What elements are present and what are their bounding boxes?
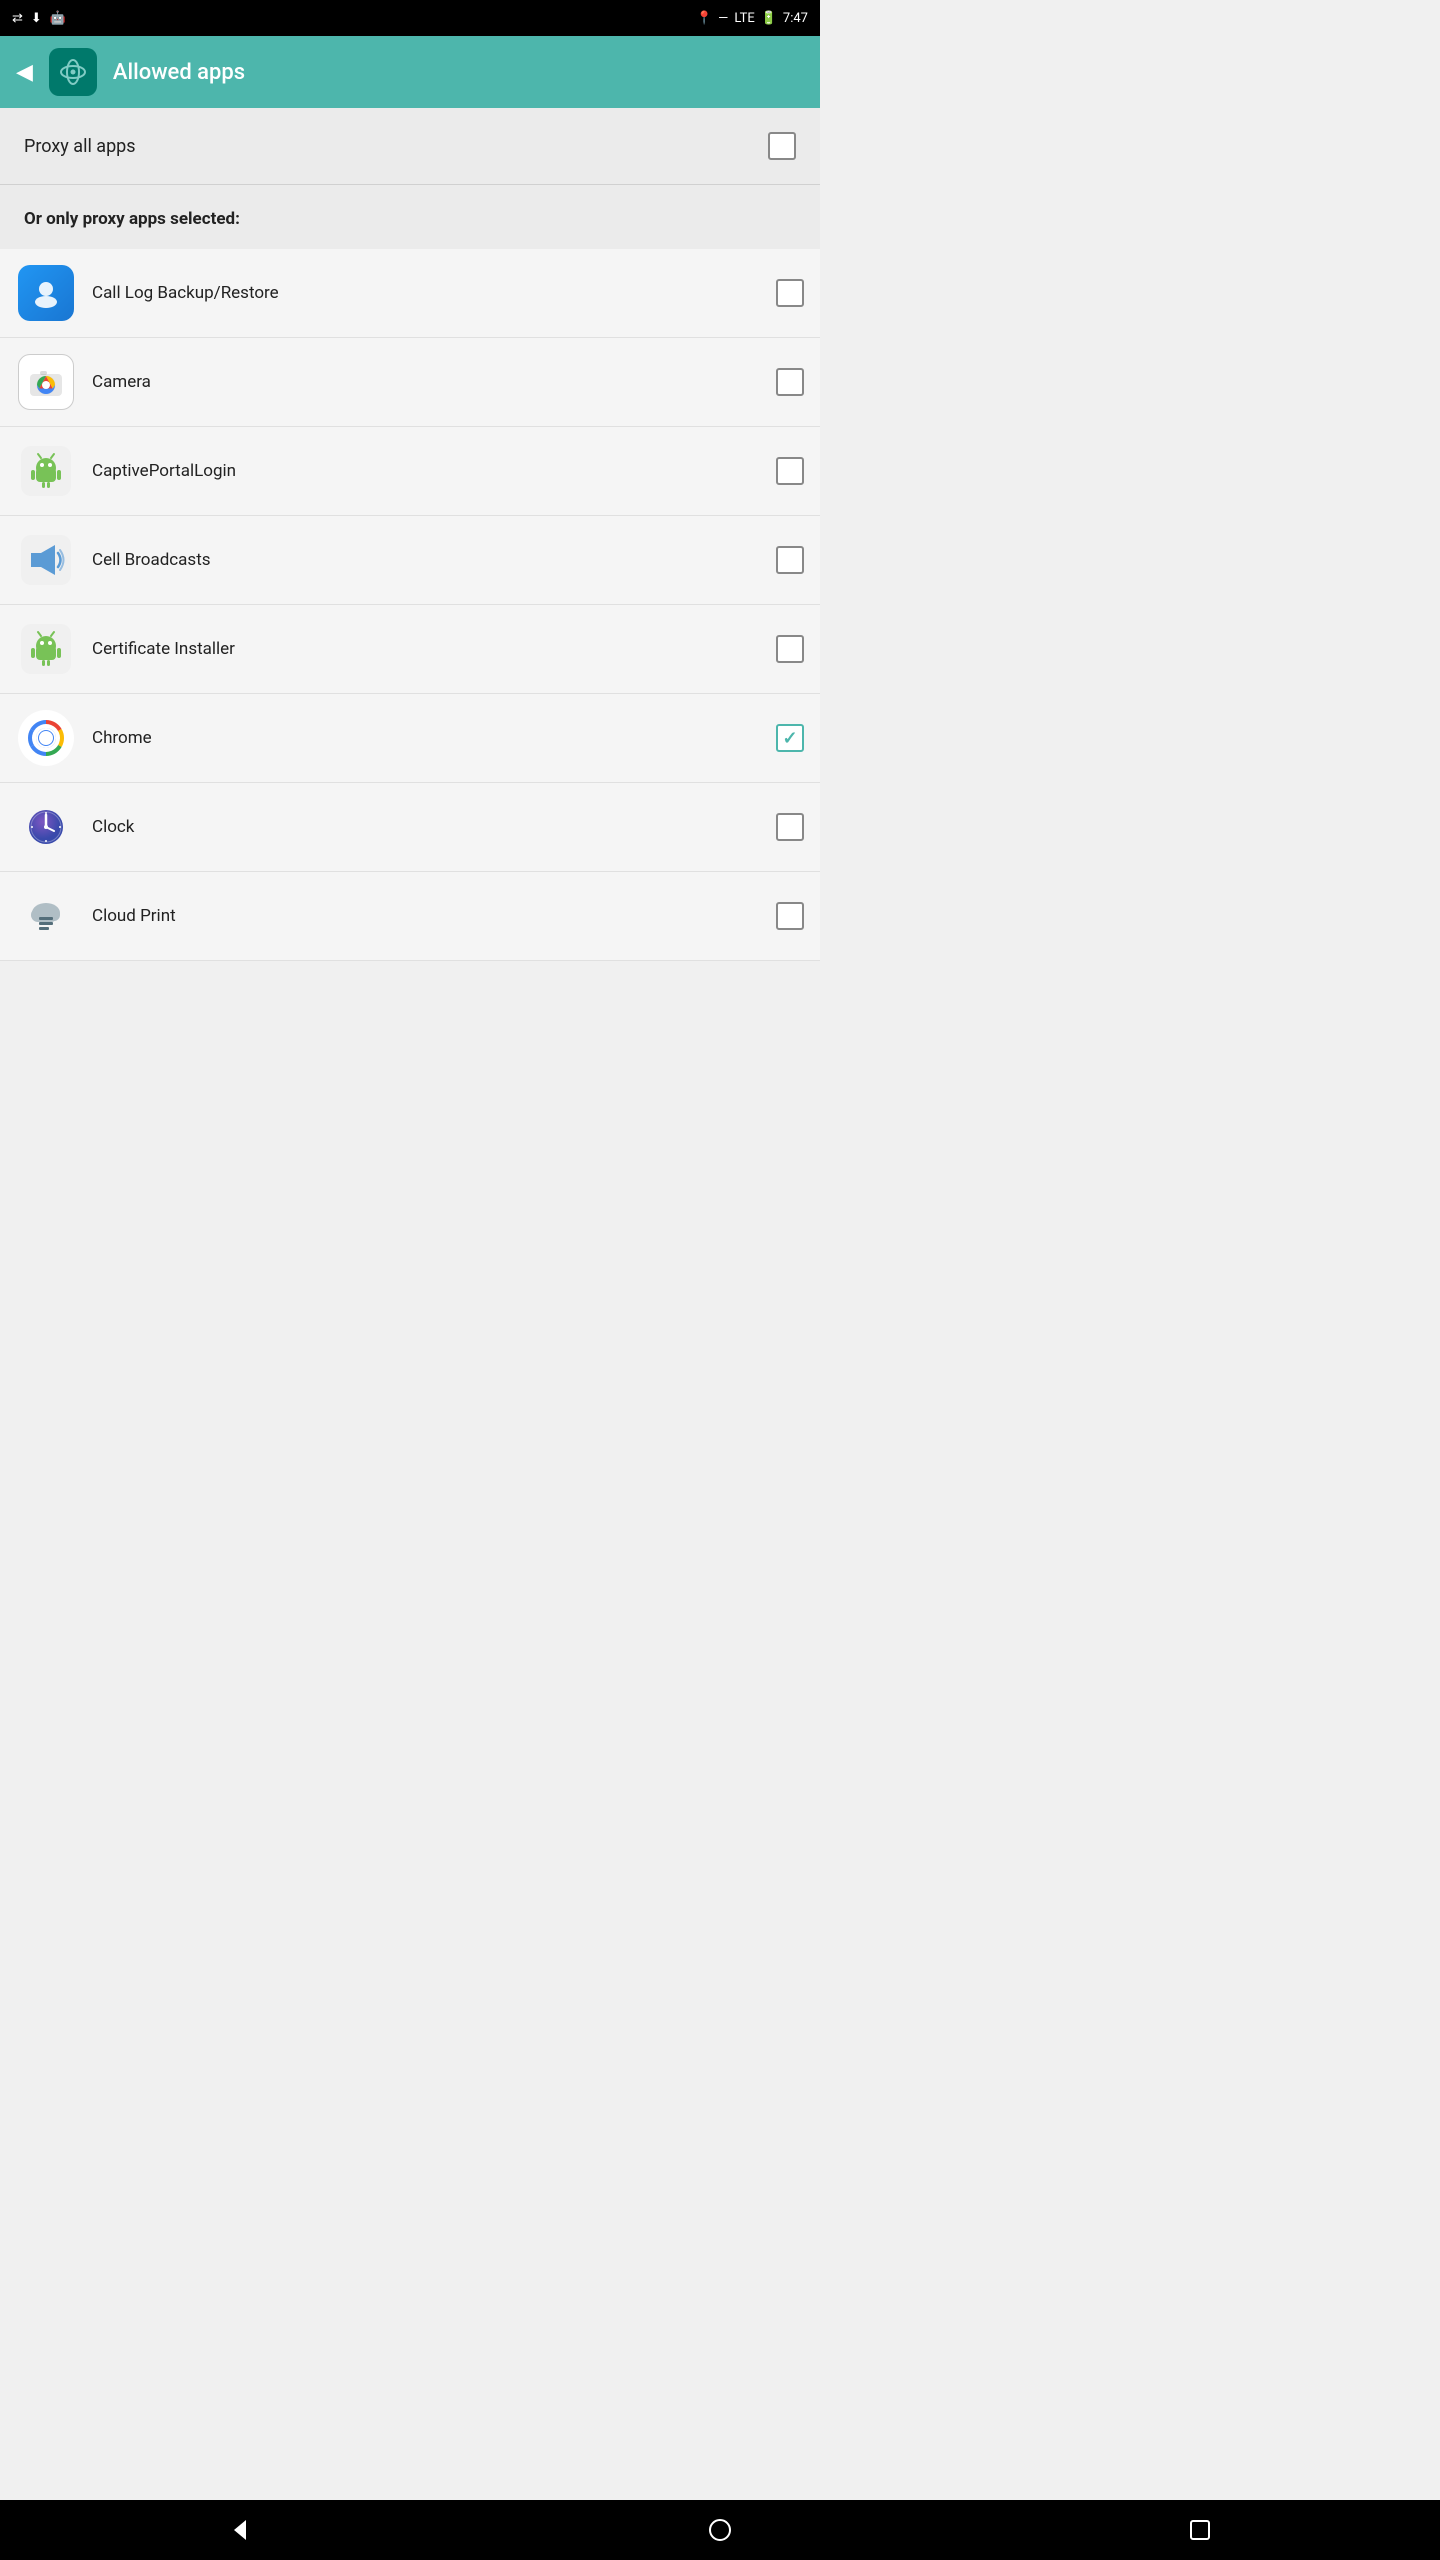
page-title: Allowed apps — [113, 60, 245, 85]
contacts-icon — [18, 265, 74, 321]
app-bar: ◀ Allowed apps — [0, 36, 820, 108]
vpn-icon — [57, 56, 89, 88]
app-name-call-log: Call Log Backup/Restore — [92, 283, 760, 303]
checkbox-chrome[interactable] — [776, 724, 804, 752]
section-header: Or only proxy apps selected: — [0, 185, 820, 249]
checkbox-camera[interactable] — [776, 368, 804, 396]
status-time: 7:47 — [783, 11, 808, 26]
list-item[interactable]: Cloud Print — [0, 872, 820, 961]
checkbox-clock[interactable] — [776, 813, 804, 841]
app-name-chrome: Chrome — [92, 728, 760, 748]
nav-back-button[interactable] — [210, 2510, 270, 2550]
nav-recents-button[interactable] — [1170, 2510, 1230, 2550]
proxy-all-apps-label: Proxy all apps — [24, 136, 136, 157]
app-icon-certificate-installer — [16, 619, 76, 679]
proxy-all-apps-row[interactable]: Proxy all apps — [0, 108, 820, 185]
android-icon-captive — [18, 443, 74, 499]
main-content: Proxy all apps Or only proxy apps select… — [0, 108, 820, 961]
status-icon-wifi: ⇄ — [12, 11, 23, 26]
list-item[interactable]: Call Log Backup/Restore — [0, 249, 820, 338]
nav-home-button[interactable] — [690, 2510, 750, 2550]
status-icon-android: 🤖 — [50, 11, 66, 26]
list-item[interactable]: Chrome — [0, 694, 820, 783]
status-bar: ⇄ ⬇ 🤖 📍 — LTE 🔋 7:47 — [0, 0, 820, 36]
app-icon-cloud-print — [16, 886, 76, 946]
checkbox-cloud-print[interactable] — [776, 902, 804, 930]
app-name-cell-broadcasts: Cell Broadcasts — [92, 550, 760, 570]
app-name-certificate-installer: Certificate Installer — [92, 639, 760, 659]
app-name-clock: Clock — [92, 817, 760, 837]
checkbox-certificate-installer[interactable] — [776, 635, 804, 663]
app-name-camera: Camera — [92, 372, 760, 392]
cloudprint-icon — [18, 888, 74, 944]
megaphone-icon — [18, 532, 74, 588]
android-icon-certificate — [18, 621, 74, 677]
camera-icon — [18, 354, 74, 410]
proxy-all-apps-checkbox[interactable] — [768, 132, 796, 160]
status-bar-left: ⇄ ⬇ 🤖 — [12, 11, 66, 26]
status-icon-minus: — — [718, 11, 728, 26]
nav-bar — [0, 2500, 1440, 2560]
status-icon-location: 📍 — [696, 11, 712, 26]
list-item[interactable]: Camera — [0, 338, 820, 427]
list-item[interactable]: Certificate Installer — [0, 605, 820, 694]
app-logo — [49, 48, 97, 96]
app-icon-chrome — [16, 708, 76, 768]
app-icon-call-log — [16, 263, 76, 323]
list-item[interactable]: Clock — [0, 783, 820, 872]
checkbox-call-log[interactable] — [776, 279, 804, 307]
chrome-icon — [18, 710, 74, 766]
list-item[interactable]: Cell Broadcasts — [0, 516, 820, 605]
status-bar-right: 📍 — LTE 🔋 7:47 — [696, 11, 808, 26]
status-lte-label: LTE — [734, 11, 754, 26]
app-list: Call Log Backup/Restore — [0, 249, 820, 961]
app-icon-captive-portal — [16, 441, 76, 501]
status-icon-download: ⬇ — [31, 11, 42, 26]
back-button[interactable]: ◀ — [16, 60, 33, 85]
checkbox-captive-portal[interactable] — [776, 457, 804, 485]
checkbox-cell-broadcasts[interactable] — [776, 546, 804, 574]
clock-icon — [18, 799, 74, 855]
status-icon-battery: 🔋 — [761, 11, 777, 26]
app-icon-cell-broadcasts — [16, 530, 76, 590]
section-header-text: Or only proxy apps selected: — [24, 209, 240, 229]
app-name-cloud-print: Cloud Print — [92, 906, 760, 926]
list-item[interactable]: CaptivePortalLogin — [0, 427, 820, 516]
app-icon-camera — [16, 352, 76, 412]
app-name-captive-portal: CaptivePortalLogin — [92, 461, 760, 481]
app-icon-clock — [16, 797, 76, 857]
